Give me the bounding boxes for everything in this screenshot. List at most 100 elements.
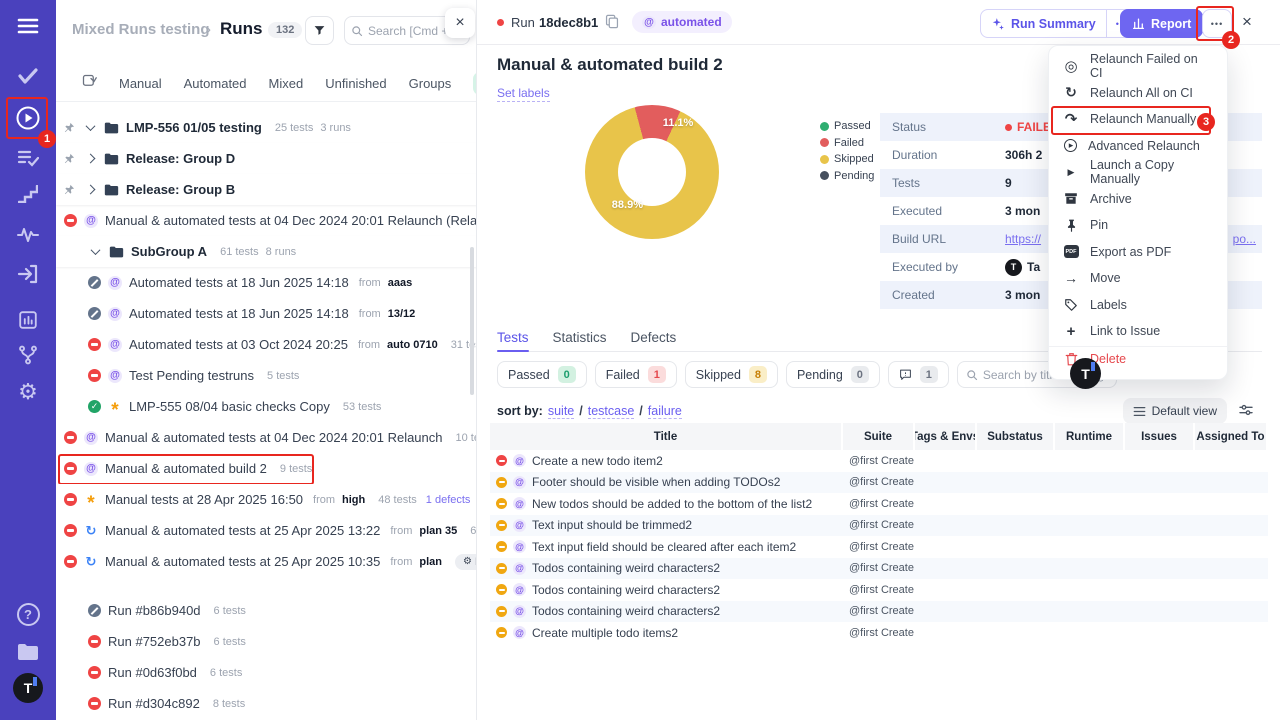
assignee-avatar[interactable]: T: [1070, 358, 1101, 389]
sort-link-testcase[interactable]: testcase: [588, 404, 635, 419]
menu-item-relaunch-failed-ci[interactable]: Relaunch Failed on CI: [1049, 53, 1227, 80]
table-row[interactable]: Todos containing weird characters2 @firs…: [490, 601, 1268, 623]
table-row[interactable]: Create a new todo item2 @first Create ..…: [490, 450, 1268, 472]
runs-list-scrollbar[interactable]: [470, 247, 474, 395]
run-title[interactable]: LMP-555 08/04 basic checks Copy: [129, 399, 330, 414]
hamburger-menu-icon[interactable]: [0, 12, 56, 40]
table-column-header[interactable]: Tags & Envs: [915, 423, 977, 450]
run-title[interactable]: Run #752eb37b: [108, 634, 201, 649]
table-column-header[interactable]: Assigned To: [1195, 423, 1268, 450]
table-column-header[interactable]: Title: [490, 423, 843, 450]
list-check-icon[interactable]: [0, 144, 56, 172]
tab-unfinished[interactable]: Unfinished: [325, 76, 386, 91]
table-column-header[interactable]: Issues: [1125, 423, 1195, 450]
user-avatar[interactable]: T: [0, 674, 56, 702]
run-list-item[interactable]: Manual & automated tests at 04 Dec 2024 …: [56, 205, 477, 236]
run-list-item[interactable]: Automated tests at 18 Jun 2025 14:18 fro…: [56, 267, 477, 298]
build-url-link-tail[interactable]: po...: [1233, 232, 1256, 246]
run-list-item[interactable]: Automated tests at 03 Oct 2024 20:25 fro…: [56, 329, 477, 360]
run-title[interactable]: Run #0d63f0bd: [108, 665, 197, 680]
run-title[interactable]: Release: Group B: [126, 182, 235, 197]
run-title[interactable]: Test Pending testruns: [129, 368, 254, 383]
test-title[interactable]: Todos containing weird characters2: [532, 583, 720, 597]
chevron-icon[interactable]: [83, 186, 97, 193]
sign-in-icon[interactable]: [0, 260, 56, 288]
filter-chip-pending[interactable]: Pending0: [786, 361, 880, 388]
table-row[interactable]: Create multiple todo items2 @first Creat…: [490, 622, 1268, 644]
table-row[interactable]: Footer should be visible when adding TOD…: [490, 472, 1268, 494]
menu-item-archive[interactable]: Archive: [1049, 186, 1227, 213]
run-title[interactable]: Manual & automated tests at 04 Dec 2024 …: [105, 213, 477, 228]
filter-funnel-button[interactable]: [305, 16, 334, 45]
menu-item-launch-copy[interactable]: Launch a Copy Manually: [1049, 159, 1227, 186]
run-title[interactable]: Run #d304c892: [108, 696, 200, 711]
run-title[interactable]: Automated tests at 03 Oct 2024 20:25: [129, 337, 348, 352]
pin-icon[interactable]: [64, 122, 76, 133]
table-row[interactable]: Todos containing weird characters2 @firs…: [490, 579, 1268, 601]
chevron-icon[interactable]: [83, 124, 97, 131]
tab-defects[interactable]: Defects: [631, 330, 677, 343]
run-list-item[interactable]: SubGroup A from 61 tests 8 runs: [56, 236, 477, 267]
run-title[interactable]: Release: Group D: [126, 151, 235, 166]
table-column-header[interactable]: Substatus: [977, 423, 1055, 450]
table-row[interactable]: Text input should be trimmed2 @first Cre…: [490, 515, 1268, 537]
sort-link-failure[interactable]: failure: [648, 404, 682, 419]
stairs-steps-icon[interactable]: [0, 180, 56, 208]
run-list-item[interactable]: Manual & automated tests at 25 Apr 2025 …: [56, 546, 477, 577]
run-list-item[interactable]: Release: Group B from: [56, 174, 477, 205]
run-title[interactable]: SubGroup A: [131, 244, 207, 259]
test-title[interactable]: Todos containing weird characters2: [532, 561, 720, 575]
test-title[interactable]: Text input field should be cleared after…: [532, 540, 796, 554]
sort-link-suite[interactable]: suite: [548, 404, 574, 419]
build-url-link[interactable]: https://: [1005, 232, 1041, 246]
run-list-item[interactable]: Manual & automated tests at 04 Dec 2024 …: [56, 422, 477, 453]
runs-panel-close-button[interactable]: ×: [445, 8, 475, 38]
tab-statistics[interactable]: Statistics: [553, 330, 607, 343]
run-list-item[interactable]: Run #0d63f0bd from 6 tests: [56, 657, 477, 688]
branch-icon[interactable]: [0, 341, 56, 369]
run-title[interactable]: Automated tests at 18 Jun 2025 14:18: [129, 306, 349, 321]
settings-gear-icon[interactable]: [0, 378, 56, 406]
test-title[interactable]: Footer should be visible when adding TOD…: [532, 475, 780, 489]
select-all-icon[interactable]: [82, 74, 97, 94]
run-list-item[interactable]: Run #752eb37b from 6 tests: [56, 626, 477, 657]
projects-folder-icon[interactable]: [0, 638, 56, 666]
run-title[interactable]: Automated tests at 18 Jun 2025 14:18: [129, 275, 349, 290]
tab-groups[interactable]: Groups: [409, 76, 452, 91]
chevron-icon[interactable]: [83, 155, 97, 162]
column-settings-icon[interactable]: [1238, 402, 1254, 423]
pin-icon[interactable]: [64, 153, 76, 164]
menu-item-advanced-relaunch[interactable]: Advanced Relaunch: [1049, 133, 1227, 160]
pulse-activity-icon[interactable]: [0, 220, 56, 248]
run-title[interactable]: Manual tests at 28 Apr 2025 16:50: [105, 492, 303, 507]
filter-chip-passed[interactable]: Passed0: [497, 361, 587, 388]
filter-chip-failed[interactable]: Failed1: [595, 361, 677, 388]
test-title[interactable]: Create multiple todo items2: [532, 626, 678, 640]
default-view-button[interactable]: Default view: [1123, 398, 1227, 424]
run-list-item[interactable]: LMP-556 01/05 testing from 25 tests 3 ru…: [56, 112, 477, 143]
table-column-header[interactable]: Suite: [843, 423, 915, 450]
chevron-icon[interactable]: [88, 248, 102, 255]
tests-check-icon[interactable]: [0, 62, 56, 90]
run-list-item[interactable]: Manual tests at 28 Apr 2025 16:50 from h…: [56, 484, 477, 515]
run-list-item[interactable]: Test Pending testruns from 5 tests: [56, 360, 477, 391]
tab-manual[interactable]: Manual: [119, 76, 162, 91]
run-title[interactable]: Manual & automated build 2: [105, 461, 267, 476]
filter-chip-comments[interactable]: 1: [888, 361, 949, 388]
run-list-item[interactable]: LMP-555 08/04 basic checks Copy from 53 …: [56, 391, 477, 422]
run-title[interactable]: LMP-556 01/05 testing: [126, 120, 262, 135]
table-row[interactable]: New todos should be added to the bottom …: [490, 493, 1268, 515]
breadcrumb-section[interactable]: Runs: [220, 19, 263, 39]
test-title[interactable]: New todos should be added to the bottom …: [532, 497, 812, 511]
table-row[interactable]: Todos containing weird characters2 @firs…: [490, 558, 1268, 580]
tab-automated[interactable]: Automated: [184, 76, 247, 91]
report-button[interactable]: Report: [1120, 9, 1203, 38]
run-list-item[interactable]: Release: Group D from: [56, 143, 477, 174]
run-title[interactable]: Manual & automated tests at 25 Apr 2025 …: [105, 523, 380, 538]
test-title[interactable]: Create a new todo item2: [532, 454, 663, 468]
run-list-item[interactable]: Run #d304c892 from 8 tests: [56, 688, 477, 719]
run-defects-link[interactable]: 1 defects: [426, 494, 471, 506]
menu-item-export-pdf[interactable]: PDF Export as PDF: [1049, 239, 1227, 266]
run-title[interactable]: Manual & automated tests at 04 Dec 2024 …: [105, 430, 443, 445]
automated-badge[interactable]: automated: [632, 11, 732, 33]
